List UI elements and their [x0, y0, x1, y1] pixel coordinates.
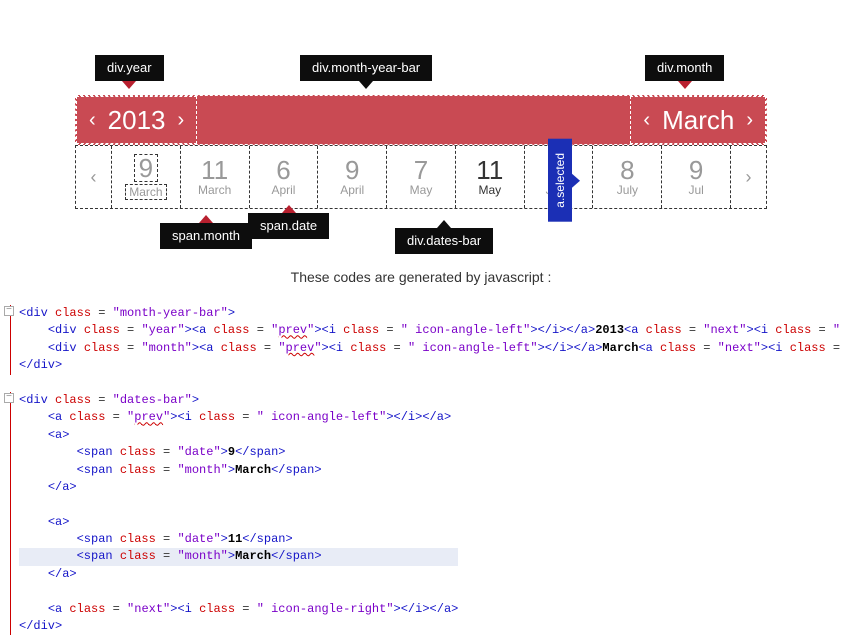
date-value: 8 — [620, 157, 634, 183]
month-value: March — [662, 105, 734, 136]
label-a-selected: a.selected — [548, 139, 572, 222]
year-next[interactable]: › — [174, 109, 189, 132]
date-cell[interactable]: 11May — [456, 146, 525, 208]
date-cell[interactable]: 9 March — [112, 146, 181, 208]
date-month: March — [198, 183, 231, 197]
year-box: ‹ 2013 › — [76, 96, 197, 144]
date-value: 11 — [201, 157, 228, 183]
date-value: 11 — [476, 157, 503, 183]
month-box: ‹ March › — [630, 96, 766, 144]
label-div-month-year-bar: div.month-year-bar — [300, 55, 432, 81]
dates-prev[interactable]: ‹ — [76, 146, 112, 208]
month-next[interactable]: › — [742, 109, 757, 132]
date-value: 9 — [134, 154, 158, 182]
year-value: 2013 — [108, 105, 166, 136]
label-span-date: span.date — [248, 213, 329, 239]
date-value: 9 — [345, 157, 359, 183]
date-month: April — [340, 183, 364, 197]
date-cell[interactable]: 7May — [387, 146, 456, 208]
dates-bar: ‹ 9March11March6April9April7May11May6Jun… — [75, 145, 767, 209]
date-month: July — [617, 183, 638, 197]
date-month: April — [271, 183, 295, 197]
month-year-bar: ‹ 2013 › ‹ March › — [75, 95, 767, 145]
label-span-month: span.month — [160, 223, 252, 249]
dates-next[interactable]: › — [730, 146, 766, 208]
date-cell[interactable]: 8July — [593, 146, 662, 208]
date-cell[interactable]: 6April — [250, 146, 319, 208]
date-month: March — [125, 184, 166, 200]
label-div-dates-bar: div.dates-bar — [395, 228, 493, 254]
date-cell[interactable]: 11March — [181, 146, 250, 208]
date-month: May — [478, 183, 501, 197]
date-cell[interactable]: 9April — [318, 146, 387, 208]
date-value: 9 — [689, 157, 703, 183]
diagram-stage: div.year div.month-year-bar div.month ‹ … — [0, 0, 842, 249]
date-cell[interactable]: 9Jul — [662, 146, 730, 208]
label-div-year: div.year — [95, 55, 164, 81]
caption-text: These codes are generated by javascript … — [0, 269, 842, 285]
code-block: −<div class = "month-year-bar"> <div cla… — [0, 305, 842, 643]
year-prev[interactable]: ‹ — [85, 109, 100, 132]
date-month: Jul — [688, 183, 703, 197]
month-prev[interactable]: ‹ — [639, 109, 654, 132]
date-month: May — [410, 183, 433, 197]
date-value: 7 — [414, 157, 428, 183]
date-value: 6 — [276, 157, 290, 183]
label-div-month: div.month — [645, 55, 724, 81]
